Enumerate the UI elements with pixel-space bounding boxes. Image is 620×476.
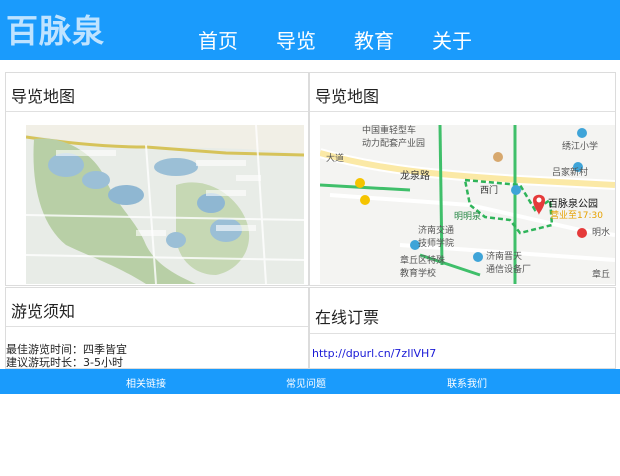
site-logo[interactable]: 百脉泉: [6, 6, 105, 52]
map-label-telecom: 济南晋天 通信设备厂: [486, 252, 532, 275]
divider: [310, 111, 615, 112]
map-label-village: 吕家新村: [552, 168, 589, 178]
map-label-school3: 章丘区特殊 教育学校: [400, 256, 446, 279]
map-label-factory: 中国重轻型车 动力配套产业园: [362, 126, 426, 149]
nav-guide[interactable]: 导览: [276, 25, 316, 54]
panel-title: 游览须知: [11, 302, 76, 321]
panel-title: 导览地图: [315, 87, 380, 106]
panel-title: 在线订票: [315, 308, 380, 327]
guide-map-panel-1: 导览地图: [5, 72, 309, 286]
footer-bar: 相关链接 常见问题 联系我们: [0, 369, 620, 394]
footer-faq[interactable]: 常见问题: [286, 375, 326, 390]
panel-title: 导览地图: [11, 87, 76, 106]
footer-contact[interactable]: 联系我们: [447, 375, 487, 390]
divider: [6, 326, 308, 327]
online-ticket-panel: 在线订票 http://dpurl.cn/7zIlVH7: [309, 287, 616, 369]
ticket-link[interactable]: http://dpurl.cn/7zIlVH7: [312, 347, 436, 360]
header-bar: 百脉泉 首页 导览 教育 关于: [0, 0, 620, 60]
divider: [310, 333, 615, 334]
map-label-road-dadao: 大道: [326, 154, 345, 164]
map-label-road: 龙泉路: [400, 171, 430, 182]
guide-map-panel-2: 导览地图 中国重轻型车 动力配套产业园 绣江小学 大道 龙泉路 吕家新村 西门 …: [309, 72, 616, 286]
duration-text: 建议游玩时长：3-5小时: [6, 356, 123, 369]
map-label-school2: 济南交通 技师学院: [418, 226, 455, 249]
nav-education[interactable]: 教育: [354, 25, 394, 54]
map-label-spring: 明明泉: [454, 212, 482, 222]
main-nav: 首页 导览 教育 关于: [198, 25, 472, 54]
best-time-text: 最佳游览时间：四季皆宜: [6, 343, 127, 356]
divider: [6, 111, 308, 112]
visit-notice-panel: 游览须知 最佳游览时间：四季皆宜 建议游玩时长：3-5小时: [5, 287, 309, 369]
map-label-mingshui: 明水: [592, 228, 611, 238]
map-label-zhangqiu: 章丘: [592, 270, 611, 280]
street-map-image: 中国重轻型车 动力配套产业园 绣江小学 大道 龙泉路 吕家新村 西门 明明泉 百…: [320, 125, 615, 284]
nav-about[interactable]: 关于: [432, 25, 472, 54]
map-label-school1: 绣江小学: [562, 142, 599, 152]
scenic-area-map-image: [26, 125, 304, 284]
footer-related-links[interactable]: 相关链接: [126, 375, 166, 390]
map-label-gate: 西门: [480, 186, 499, 196]
nav-home[interactable]: 首页: [198, 25, 238, 54]
notice-text: 最佳游览时间：四季皆宜 建议游玩时长：3-5小时: [6, 343, 127, 369]
map-label-hours: 营业至17:30: [550, 211, 603, 221]
